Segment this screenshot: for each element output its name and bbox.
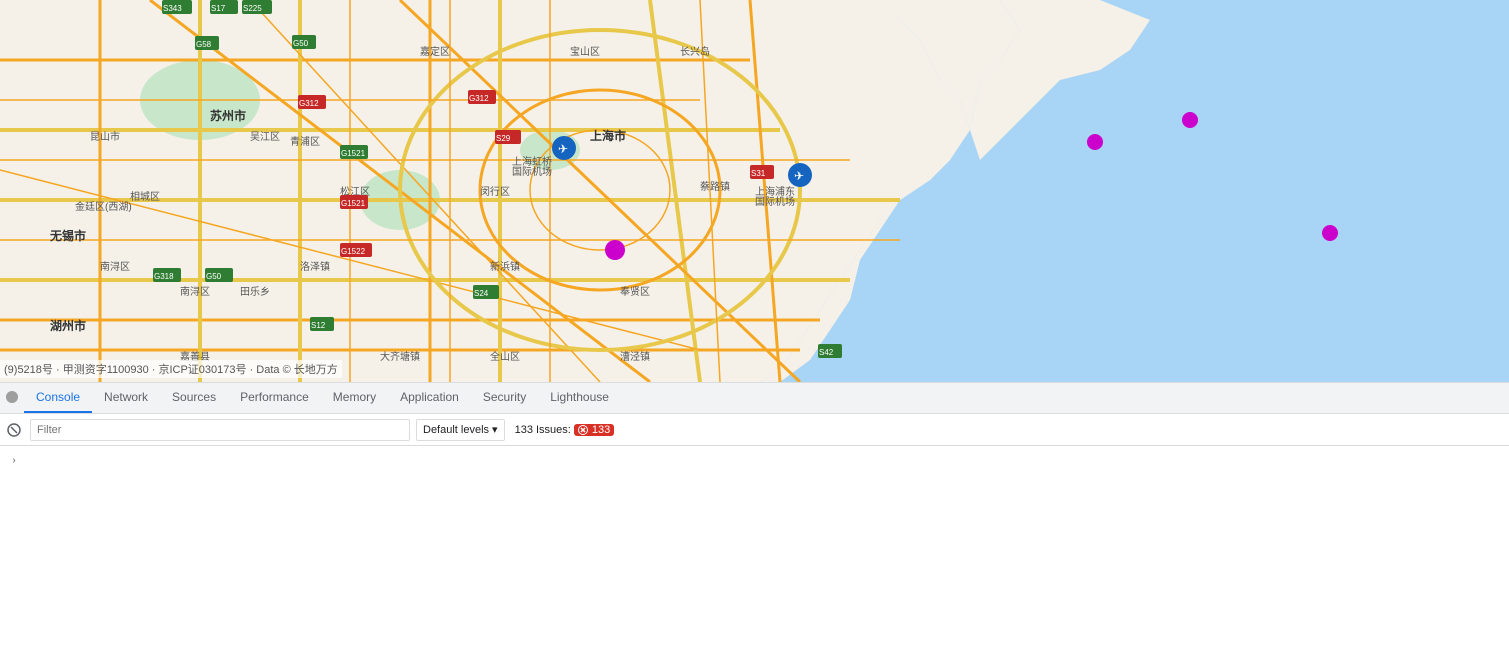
svg-text:G318: G318 xyxy=(154,272,174,281)
svg-text:S24: S24 xyxy=(474,289,489,298)
tab-performance[interactable]: Performance xyxy=(228,383,321,413)
svg-text:S29: S29 xyxy=(496,134,511,143)
svg-text:相城区: 相城区 xyxy=(130,190,160,203)
svg-text:G312: G312 xyxy=(299,99,319,108)
svg-text:吴江区: 吴江区 xyxy=(250,131,280,143)
svg-text:南浔区: 南浔区 xyxy=(100,260,130,273)
chevron-down-icon: ▾ xyxy=(492,423,498,436)
svg-text:G50: G50 xyxy=(206,272,222,281)
tab-memory[interactable]: Memory xyxy=(321,383,388,413)
default-levels-button[interactable]: Default levels ▾ xyxy=(416,419,505,441)
svg-text:蔡路镇: 蔡路镇 xyxy=(700,180,730,193)
svg-text:G312: G312 xyxy=(469,94,489,103)
tab-security[interactable]: Security xyxy=(471,383,538,413)
tab-sources[interactable]: Sources xyxy=(160,383,228,413)
svg-text:S12: S12 xyxy=(311,321,326,330)
svg-text:国际机场: 国际机场 xyxy=(512,165,552,178)
svg-text:S225: S225 xyxy=(243,4,262,13)
svg-text:漕泾镇: 漕泾镇 xyxy=(620,350,650,363)
svg-text:S343: S343 xyxy=(163,4,182,13)
devtools-circle-icon[interactable] xyxy=(0,383,24,413)
svg-text:无锡市: 无锡市 xyxy=(49,228,86,243)
svg-text:国际机场: 国际机场 xyxy=(755,195,795,208)
svg-text:闵行区: 闵行区 xyxy=(480,185,510,198)
svg-text:南浔区: 南浔区 xyxy=(180,285,210,298)
svg-text:田乐乡: 田乐乡 xyxy=(240,286,270,298)
tab-network[interactable]: Network xyxy=(92,383,160,413)
expand-arrow[interactable]: › xyxy=(4,450,24,470)
error-count-badge: 133 xyxy=(574,424,614,436)
svg-text:嘉定区: 嘉定区 xyxy=(420,45,450,58)
tab-console[interactable]: Console xyxy=(24,383,92,413)
devtools-tabs-bar: Console Network Sources Performance Memo… xyxy=(0,382,1509,414)
svg-text:湖州市: 湖州市 xyxy=(50,318,86,333)
svg-text:S42: S42 xyxy=(819,348,834,357)
svg-text:上海市: 上海市 xyxy=(590,128,626,143)
svg-text:大齐塘镇: 大齐塘镇 xyxy=(380,350,420,363)
svg-text:G50: G50 xyxy=(293,39,309,48)
svg-text:宝山区: 宝山区 xyxy=(570,45,600,58)
svg-text:金廷区(西湖): 金廷区(西湖) xyxy=(75,200,132,213)
svg-text:✈: ✈ xyxy=(794,169,804,183)
console-toolbar: Default levels ▾ 133 Issues: 133 xyxy=(0,414,1509,446)
svg-text:新浜镇: 新浜镇 xyxy=(490,260,520,273)
filter-input-container[interactable] xyxy=(30,419,410,441)
tab-application[interactable]: Application xyxy=(388,383,471,413)
svg-text:苏州市: 苏州市 xyxy=(210,108,246,123)
svg-text:G58: G58 xyxy=(196,40,212,49)
svg-text:S31: S31 xyxy=(751,169,766,178)
console-content: › xyxy=(0,446,1509,648)
svg-text:全山区: 全山区 xyxy=(490,350,520,363)
map-attribution: (9)5218号 · 甲测资字1100930 · 京ICP证030173号 · … xyxy=(0,360,342,378)
tab-lighthouse[interactable]: Lighthouse xyxy=(538,383,621,413)
map-container: 苏州市 上海市 湖州市 无锡市 嘉定区 宝山区 长兴岛 松江区 闵行区 奉贤区 … xyxy=(0,0,1509,382)
clear-console-button[interactable] xyxy=(4,420,24,440)
svg-text:G1521: G1521 xyxy=(341,149,366,158)
svg-text:G1521: G1521 xyxy=(341,199,366,208)
svg-text:长兴岛: 长兴岛 xyxy=(680,45,710,58)
filter-input[interactable] xyxy=(37,424,403,436)
svg-text:✈: ✈ xyxy=(558,142,568,156)
issues-label: 133 Issues: xyxy=(515,424,571,436)
issues-badge[interactable]: 133 Issues: 133 xyxy=(511,419,619,441)
svg-text:S17: S17 xyxy=(211,4,226,13)
svg-text:奉贤区: 奉贤区 xyxy=(620,285,650,298)
svg-text:青浦区: 青浦区 xyxy=(290,135,320,148)
svg-text:洛泽镇: 洛泽镇 xyxy=(300,260,330,273)
svg-text:昆山市: 昆山市 xyxy=(90,130,120,143)
svg-text:G1522: G1522 xyxy=(341,247,366,256)
